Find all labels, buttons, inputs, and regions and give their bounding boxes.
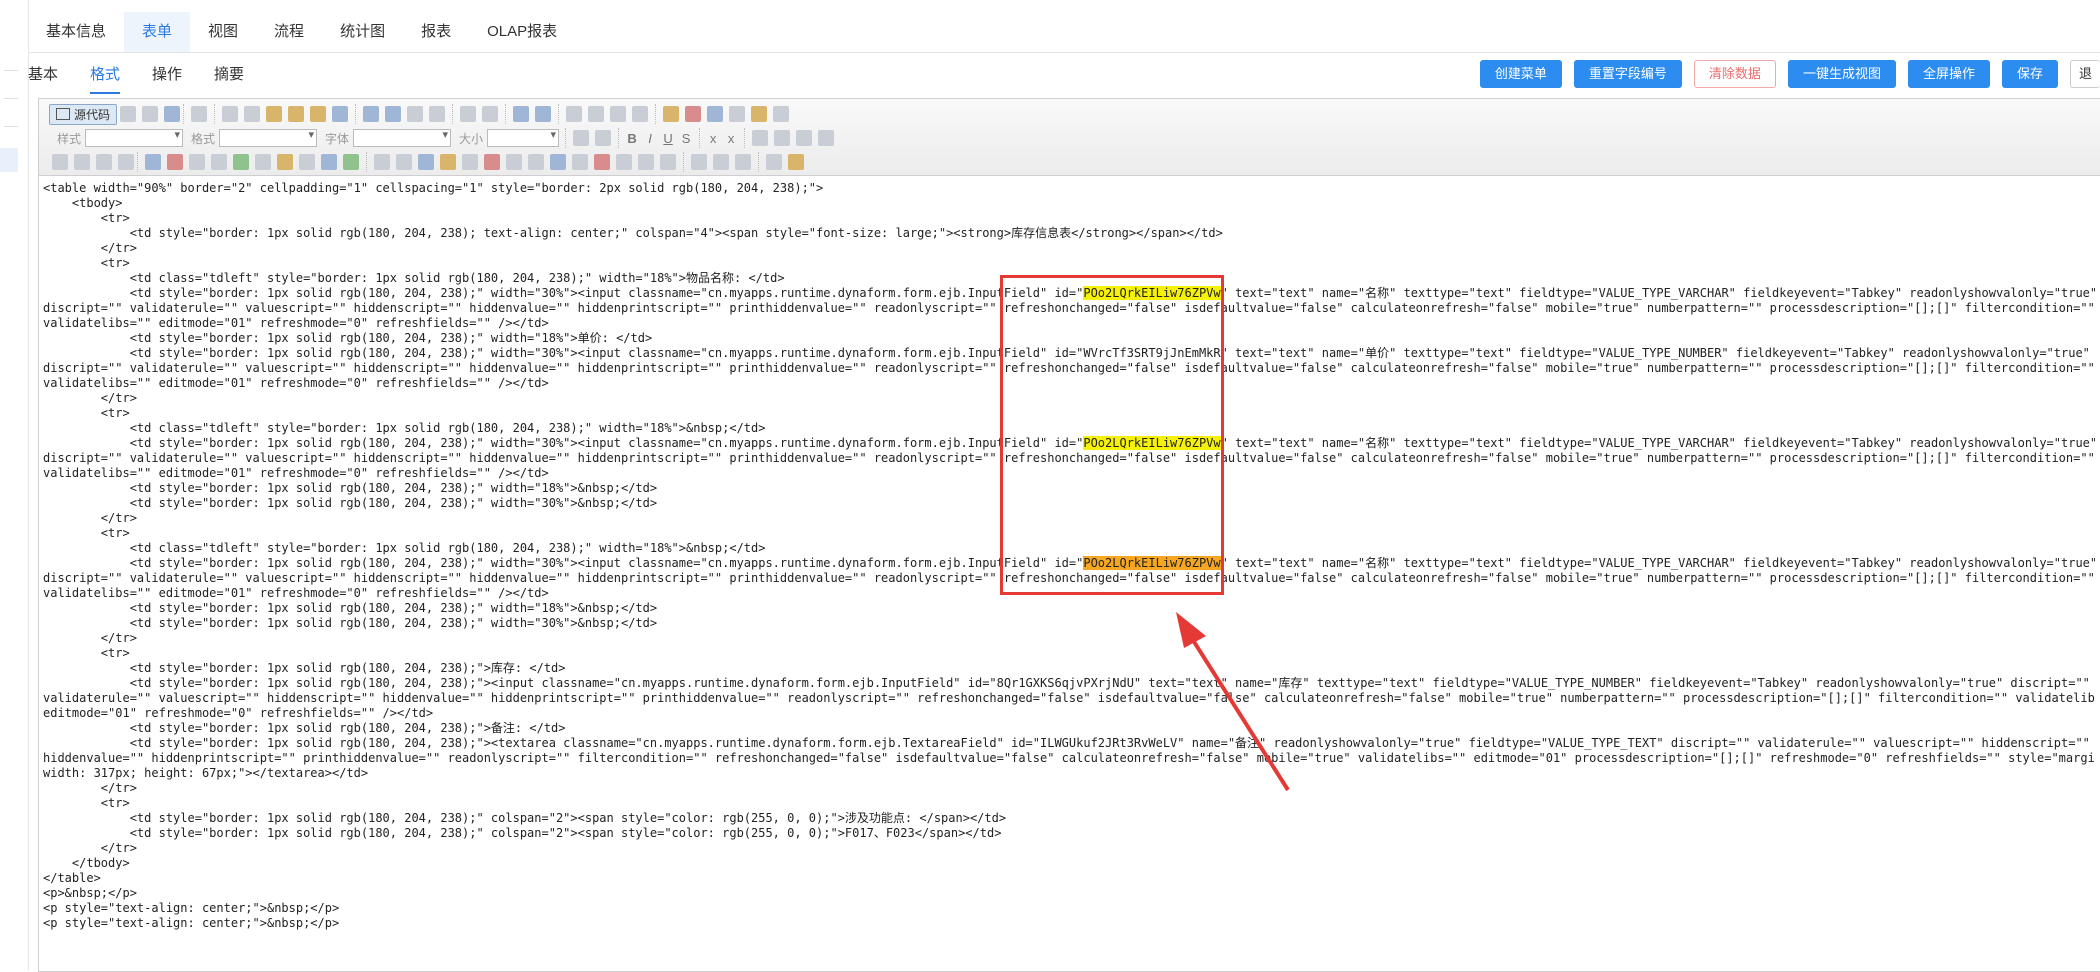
annotation-arrow-icon [1176, 612, 1290, 792]
